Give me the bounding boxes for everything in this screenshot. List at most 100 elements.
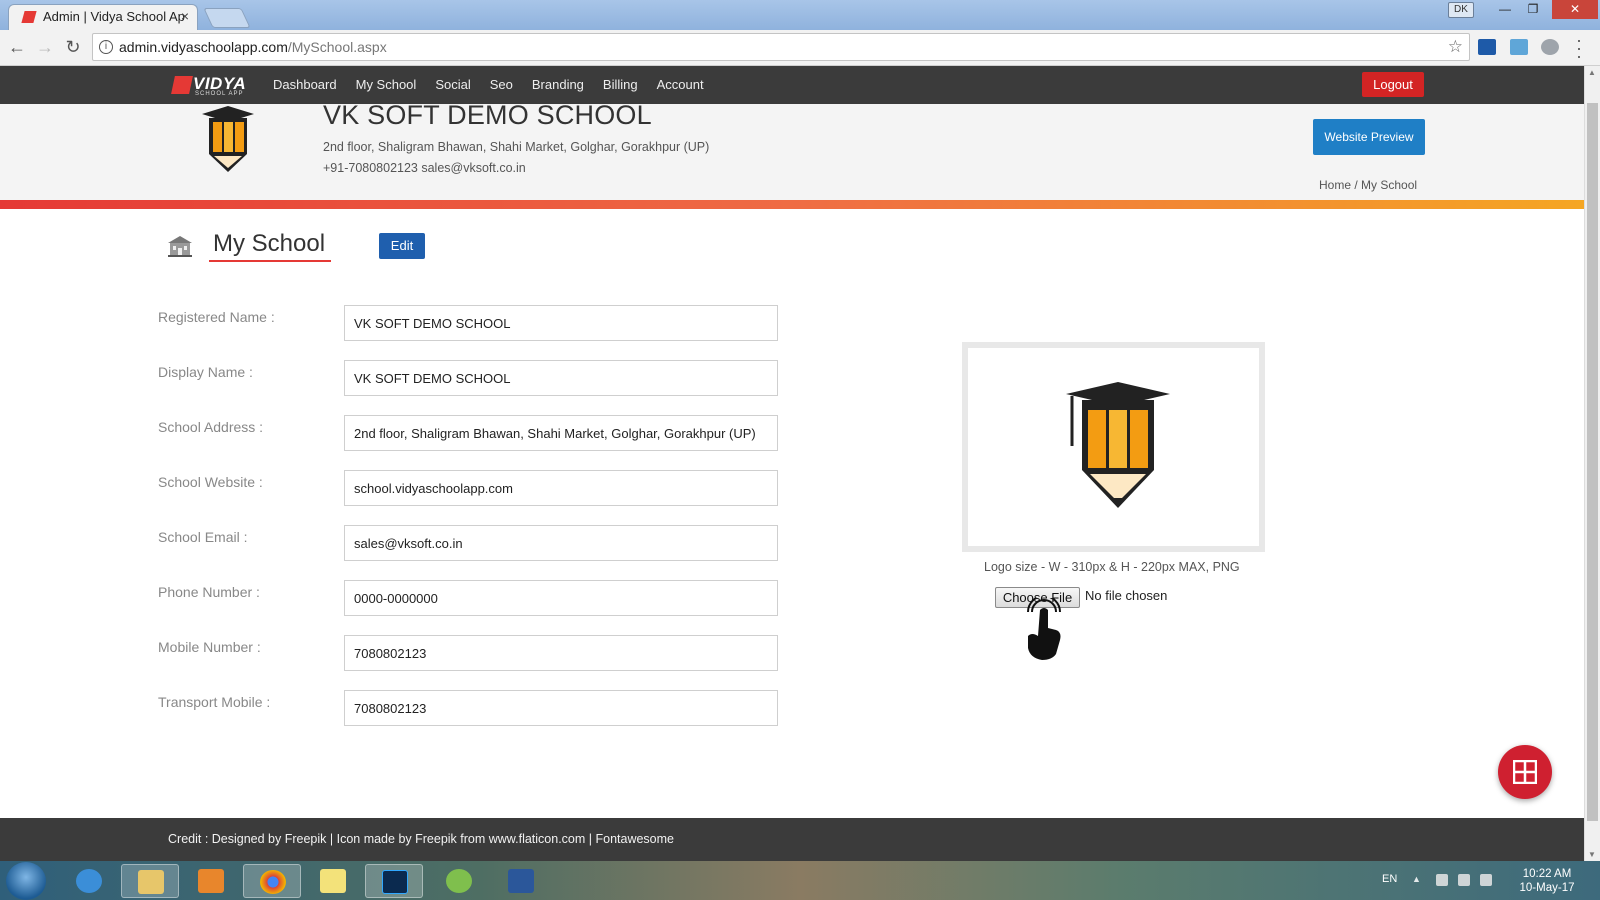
field-label: School Address :	[158, 419, 264, 435]
school-contact: +91-7080802123 sales@vksoft.co.in	[323, 161, 526, 175]
form-row-transport-mobile: Transport Mobile :	[158, 690, 778, 726]
grid-icon	[1513, 760, 1537, 784]
tray-expand-icon[interactable]: ▲	[1412, 874, 1424, 886]
tab-title: Admin | Vidya School Ap	[43, 9, 185, 24]
form-row-school-email: School Email :	[158, 525, 778, 561]
tab-close-icon[interactable]: ×	[181, 8, 189, 24]
grid-menu-button[interactable]	[1498, 745, 1552, 799]
school-logo-icon	[202, 106, 254, 172]
nav-my-school[interactable]: My School	[356, 66, 417, 104]
logo-preview-box	[962, 342, 1265, 552]
taskbar-explorer[interactable]	[121, 864, 179, 898]
field-label: School Website :	[158, 474, 263, 490]
clock-date: 10-May-17	[1519, 882, 1575, 894]
taskbar-word[interactable]	[492, 864, 550, 898]
taskbar-chrome[interactable]	[243, 864, 301, 898]
action-center-icon[interactable]	[1436, 874, 1448, 886]
field-label: Registered Name :	[158, 309, 275, 325]
taskbar-photoshop[interactable]	[365, 864, 423, 898]
scrollbar-thumb[interactable]	[1587, 103, 1598, 821]
school-logo-large-icon	[1066, 382, 1170, 508]
field-label: Phone Number :	[158, 584, 260, 600]
edit-button[interactable]: Edit	[379, 233, 425, 259]
extension-icon[interactable]	[1541, 39, 1559, 55]
system-tray: EN ▲ 10:22 AM 10-May-17	[1380, 861, 1600, 900]
breadcrumb[interactable]: Home / My School	[1319, 178, 1417, 192]
browser-tab-strip: Admin | Vidya School Ap × DK — ❐ ✕	[0, 0, 1600, 30]
profile-button[interactable]: DK	[1448, 2, 1474, 18]
site-logo[interactable]: VIDYA SCHOOL APP	[171, 74, 251, 97]
nav-social[interactable]: Social	[435, 66, 470, 104]
page-scrollbar[interactable]: ▲ ▼	[1584, 66, 1600, 861]
photoshop-icon	[382, 870, 408, 894]
transport-mobile-input[interactable]	[344, 690, 778, 726]
field-label: Display Name :	[158, 364, 253, 380]
logo-subtitle: SCHOOL APP	[195, 91, 244, 97]
browser-menu-icon[interactable]: · · ·	[1574, 31, 1584, 65]
network-icon[interactable]	[1458, 874, 1470, 886]
language-indicator[interactable]: EN	[1382, 873, 1397, 885]
logo-size-note: Logo size - W - 310px & H - 220px MAX, P…	[984, 560, 1240, 574]
school-building-icon	[168, 236, 192, 257]
school-header: VK SOFT DEMO SCHOOL 2nd floor, Shaligram…	[0, 100, 1584, 200]
extension-icon[interactable]	[1478, 39, 1496, 55]
registered-name-input[interactable]	[344, 305, 778, 341]
back-arrow-icon[interactable]: ←	[6, 36, 28, 58]
taskbar-notes[interactable]	[304, 864, 362, 898]
clock-time: 10:22 AM	[1522, 868, 1572, 880]
taskbar-ie[interactable]	[60, 864, 118, 898]
media-player-icon	[198, 869, 224, 893]
main-menu: Dashboard My School Social Seo Branding …	[273, 66, 723, 104]
nav-branding[interactable]: Branding	[532, 66, 584, 104]
page-title: My School	[209, 230, 332, 262]
taskbar-app[interactable]	[430, 864, 488, 898]
website-preview-button[interactable]: Website Preview	[1313, 119, 1425, 155]
browser-toolbar: ← → ↻ i admin.vidyaschoolapp.com/MySchoo…	[0, 30, 1600, 66]
new-tab-button[interactable]	[203, 8, 251, 28]
windows-start-button[interactable]	[6, 862, 46, 900]
sticky-notes-icon	[320, 869, 346, 893]
volume-icon[interactable]	[1480, 874, 1492, 886]
bookmark-star-icon[interactable]: ☆	[1448, 34, 1463, 60]
phone-number-input[interactable]	[344, 580, 778, 616]
address-bar[interactable]: i admin.vidyaschoolapp.com/MySchool.aspx…	[92, 33, 1470, 61]
window-close-button[interactable]: ✕	[1552, 0, 1598, 19]
form-row-display-name: Display Name :	[158, 360, 778, 396]
field-label: Transport Mobile :	[158, 694, 271, 710]
scroll-up-icon[interactable]: ▲	[1588, 68, 1596, 77]
chrome-icon	[260, 870, 286, 894]
minimize-button[interactable]: —	[1490, 0, 1520, 19]
nav-seo[interactable]: Seo	[490, 66, 513, 104]
nav-dashboard[interactable]: Dashboard	[273, 66, 337, 104]
info-icon[interactable]: i	[99, 40, 113, 54]
browser-tab[interactable]: Admin | Vidya School Ap ×	[8, 4, 198, 30]
nav-billing[interactable]: Billing	[603, 66, 638, 104]
nav-account[interactable]: Account	[657, 66, 704, 104]
school-address-input[interactable]	[344, 415, 778, 451]
logo-mark-icon	[171, 76, 193, 94]
form-row-phone-number: Phone Number :	[158, 580, 778, 616]
folder-icon	[138, 870, 164, 894]
school-website-input[interactable]	[344, 470, 778, 506]
url-path: /MySchool.aspx	[287, 39, 387, 55]
form-row-registered-name: Registered Name :	[158, 305, 778, 341]
display-name-input[interactable]	[344, 360, 778, 396]
field-label: School Email :	[158, 529, 248, 545]
form-row-mobile-number: Mobile Number :	[158, 635, 778, 671]
forward-arrow-icon[interactable]: →	[34, 36, 56, 58]
accent-stripe	[0, 200, 1584, 209]
windows-taskbar: EN ▲ 10:22 AM 10-May-17	[0, 861, 1600, 900]
scroll-down-icon[interactable]: ▼	[1588, 850, 1596, 859]
form-row-school-website: School Website :	[158, 470, 778, 506]
maximize-button[interactable]: ❐	[1518, 0, 1548, 19]
footer-credit: Credit : Designed by Freepik | Icon made…	[168, 832, 674, 846]
favicon-icon	[21, 11, 37, 23]
school-email-input[interactable]	[344, 525, 778, 561]
reload-icon[interactable]: ↻	[62, 36, 84, 58]
taskbar-media[interactable]	[182, 864, 240, 898]
form-row-school-address: School Address :	[158, 415, 778, 451]
extension-icon[interactable]	[1510, 39, 1528, 55]
clock[interactable]: 10:22 AM 10-May-17	[1512, 867, 1582, 895]
mobile-number-input[interactable]	[344, 635, 778, 671]
logout-button[interactable]: Logout	[1362, 72, 1424, 97]
